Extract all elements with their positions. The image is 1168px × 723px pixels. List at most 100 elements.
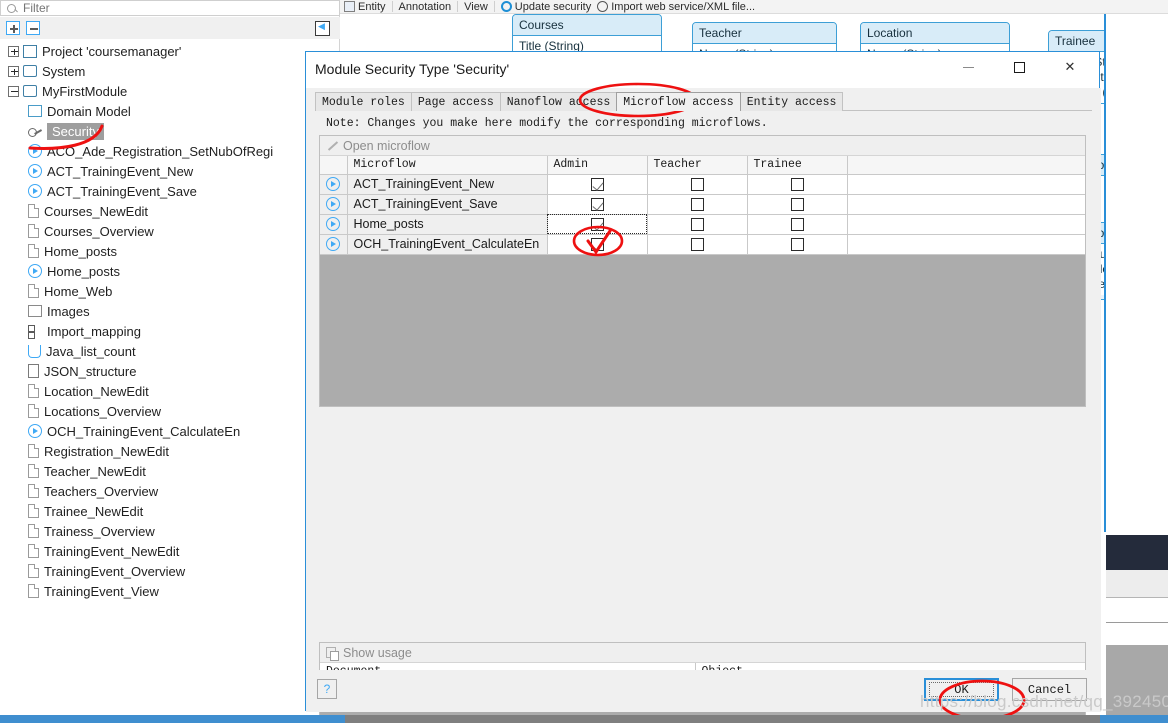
tree-item-trainee-newedit[interactable]: Trainee_NewEdit <box>0 501 340 521</box>
checkbox-cell-trainee[interactable] <box>747 234 848 255</box>
tree-item-aco-ade-registration-setnubofregi[interactable]: ACO_Ade_Registration_SetNubOfRegi <box>0 141 340 161</box>
filter-input[interactable] <box>0 0 340 16</box>
tree-item-courses-overview[interactable]: Courses_Overview <box>0 221 340 241</box>
checkbox-cell-trainee[interactable] <box>747 194 848 215</box>
checkbox-teacher[interactable] <box>690 198 704 212</box>
table-row[interactable]: ACT_TrainingEvent_Save <box>320 194 1085 215</box>
expand-all-button[interactable] <box>6 21 20 35</box>
checkbox-cell-admin[interactable] <box>547 194 648 215</box>
toolbar-item-import-web-service[interactable]: Import web service/XML file... <box>597 1 755 13</box>
tab-label: Nanoflow access <box>506 95 611 109</box>
tree-item-label: Domain Model <box>47 103 131 119</box>
tree-item-system[interactable]: System <box>0 61 340 81</box>
tree-item-home-web[interactable]: Home_Web <box>0 281 340 301</box>
microflow-name-cell[interactable]: Home_posts <box>347 214 548 235</box>
close-button[interactable]: ✕ <box>1047 52 1093 82</box>
table-row[interactable]: Home_posts <box>320 214 1085 235</box>
tab-label: Page access <box>417 95 494 109</box>
checkbox-trainee[interactable] <box>790 218 804 232</box>
tab-microflow-access[interactable]: Microflow access <box>616 92 741 111</box>
checkbox-cell-admin[interactable] <box>547 214 648 235</box>
tree-item-location-newedit[interactable]: Location_NewEdit <box>0 381 340 401</box>
microflow-name-cell[interactable]: OCH_TrainingEvent_CalculateEn <box>347 234 548 255</box>
minimize-icon <box>962 66 974 68</box>
toolbar-item-annotation[interactable]: Annotation <box>399 1 452 13</box>
filter-input-field[interactable] <box>21 0 301 16</box>
tree-item-trainingevent-newedit[interactable]: TrainingEvent_NewEdit <box>0 541 340 561</box>
update-security-icon <box>500 1 512 12</box>
toolbar-divider <box>391 1 393 12</box>
tree-item-trainingevent-overview[interactable]: TrainingEvent_Overview <box>0 561 340 581</box>
toolbar-item-entity[interactable]: Entity <box>344 1 386 13</box>
column-header-admin[interactable]: Admin <box>547 156 648 175</box>
expander-icon[interactable] <box>8 65 19 77</box>
row-icon-cell <box>320 234 348 255</box>
microflow-name-cell[interactable]: ACT_TrainingEvent_Save <box>347 194 548 215</box>
checkbox-cell-teacher[interactable] <box>647 214 748 235</box>
tree-item-trainingevent-view[interactable]: TrainingEvent_View <box>0 581 340 601</box>
tree-item-json-structure[interactable]: JSON_structure <box>0 361 340 381</box>
tab-module-roles[interactable]: Module roles <box>315 92 412 111</box>
tree-item-home-posts[interactable]: Home_posts <box>0 241 340 261</box>
tree-item-registration-newedit[interactable]: Registration_NewEdit <box>0 441 340 461</box>
tree-item-act-trainingevent-save[interactable]: ACT_TrainingEvent_Save <box>0 181 340 201</box>
checkbox-admin[interactable] <box>590 178 604 192</box>
expander-icon[interactable] <box>8 45 19 57</box>
collapse-panel-button[interactable] <box>315 21 330 36</box>
column-header-teacher[interactable]: Teacher <box>647 156 748 175</box>
toolbar-item-view[interactable]: View <box>464 1 488 13</box>
checkbox-trainee[interactable] <box>790 178 804 192</box>
checkbox-teacher[interactable] <box>690 178 704 192</box>
microflow-grid-area[interactable]: Microflow Admin Teacher Trainee ACT_Trai… <box>320 156 1085 406</box>
column-header-trainee[interactable]: Trainee <box>747 156 848 175</box>
table-row[interactable]: OCH_TrainingEvent_CalculateEn <box>320 234 1085 255</box>
help-button[interactable]: ? <box>317 679 337 699</box>
checkbox-cell-trainee[interactable] <box>747 174 848 195</box>
tree-item-label: Courses_NewEdit <box>44 203 149 219</box>
checkbox-teacher[interactable] <box>690 238 704 252</box>
checkbox-cell-admin[interactable] <box>547 234 648 255</box>
tree-item-home-posts[interactable]: Home_posts <box>0 261 340 281</box>
checkbox-cell-teacher[interactable] <box>647 194 748 215</box>
tree-item-images[interactable]: Images <box>0 301 340 321</box>
tree-item-teacher-newedit[interactable]: Teacher_NewEdit <box>0 461 340 481</box>
show-usage-button[interactable]: Show usage <box>320 643 1085 663</box>
microflow-name-cell[interactable]: ACT_TrainingEvent_New <box>347 174 548 195</box>
tree-item-teachers-overview[interactable]: Teachers_Overview <box>0 481 340 501</box>
checkbox-teacher[interactable] <box>690 218 704 232</box>
checkbox-cell-teacher[interactable] <box>647 234 748 255</box>
tree-item-courses-newedit[interactable]: Courses_NewEdit <box>0 201 340 221</box>
checkbox-trainee[interactable] <box>790 198 804 212</box>
tab-entity-access[interactable]: Entity access <box>739 92 844 111</box>
tree-item-trainess-overview[interactable]: Trainess_Overview <box>0 521 340 541</box>
project-tree[interactable]: Project 'coursemanager' System MyFirstModu… <box>0 39 340 723</box>
collapser-icon[interactable] <box>8 85 19 97</box>
collapse-all-button[interactable] <box>26 21 40 35</box>
toolbar-item-update-security[interactable]: Update security <box>500 1 591 13</box>
tree-item-security[interactable]: Security <box>0 121 340 141</box>
minimize-button[interactable] <box>945 52 991 82</box>
checkbox-admin[interactable] <box>590 218 604 232</box>
tree-item-myfirstmodule[interactable]: MyFirstModule <box>0 81 340 101</box>
open-microflow-button[interactable]: Open microflow <box>320 136 1085 156</box>
checkbox-admin[interactable] <box>590 238 604 252</box>
tab-page-access[interactable]: Page access <box>410 92 501 111</box>
tree-item-java-list-count[interactable]: Java_list_count <box>0 341 340 361</box>
dialog-tabs[interactable]: Module roles Page access Nanoflow access Mi… <box>315 92 844 111</box>
checkbox-trainee[interactable] <box>790 238 804 252</box>
tree-item-och-trainingevent-calculateen[interactable]: OCH_TrainingEvent_CalculateEn <box>0 421 340 441</box>
maximize-button[interactable] <box>996 52 1042 82</box>
checkbox-cell-admin[interactable] <box>547 174 648 195</box>
tab-nanoflow-access[interactable]: Nanoflow access <box>499 92 618 111</box>
checkbox-cell-trainee[interactable] <box>747 214 848 235</box>
table-row[interactable]: ACT_TrainingEvent_New <box>320 174 1085 195</box>
column-header-microflow[interactable]: Microflow <box>347 156 548 175</box>
tree-item-project-coursemanager-[interactable]: Project 'coursemanager' <box>0 41 340 61</box>
tree-item-act-trainingevent-new[interactable]: ACT_TrainingEvent_New <box>0 161 340 181</box>
tree-item-locations-overview[interactable]: Locations_Overview <box>0 401 340 421</box>
tree-item-import-mapping[interactable]: Import_mapping <box>0 321 340 341</box>
tree-item-domain-model[interactable]: Domain Model <box>0 101 340 121</box>
checkbox-admin[interactable] <box>590 198 604 212</box>
checkbox-cell-teacher[interactable] <box>647 174 748 195</box>
microflow-access-table[interactable]: Microflow Admin Teacher Trainee ACT_Trai… <box>320 156 1085 255</box>
